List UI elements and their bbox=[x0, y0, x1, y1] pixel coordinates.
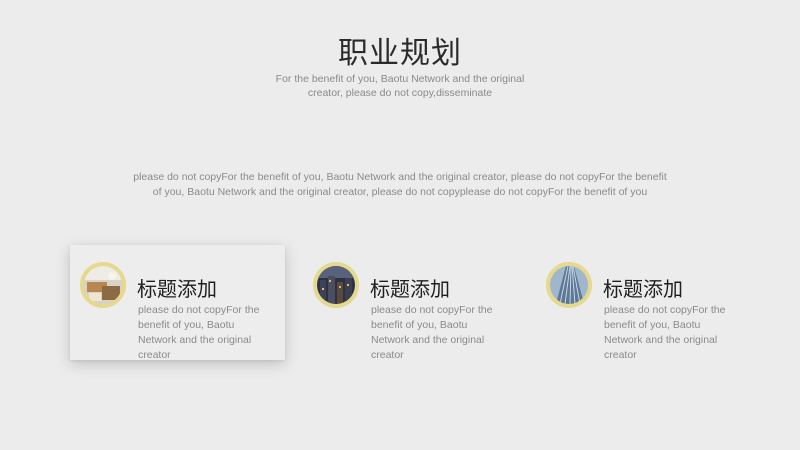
intro-paragraph: please do not copyFor the benefit of you… bbox=[133, 171, 667, 198]
card-text: please do not copyFor the benefit of you… bbox=[138, 304, 260, 361]
card-1[interactable]: 标题添加 please do not copyFor the benefit o… bbox=[70, 245, 285, 361]
page-subtitle: For the benefit of you, Baotu Network an… bbox=[275, 73, 525, 99]
card-3[interactable]: 标题添加 please do not copyFor the benefit o… bbox=[536, 245, 751, 361]
card-title: 标题添加 bbox=[603, 277, 683, 301]
card-title: 标题添加 bbox=[137, 277, 217, 301]
card-text: please do not copyFor the benefit of you… bbox=[604, 304, 726, 361]
card-title: 标题添加 bbox=[370, 277, 450, 301]
card-2[interactable]: 标题添加 please do not copyFor the benefit o… bbox=[303, 245, 518, 361]
page-title: 职业规划 bbox=[338, 36, 462, 71]
office-photo-icon bbox=[80, 262, 126, 308]
city-night-photo-icon bbox=[313, 262, 359, 308]
skyscraper-photo-icon bbox=[546, 262, 592, 308]
card-text: please do not copyFor the benefit of you… bbox=[371, 304, 493, 361]
